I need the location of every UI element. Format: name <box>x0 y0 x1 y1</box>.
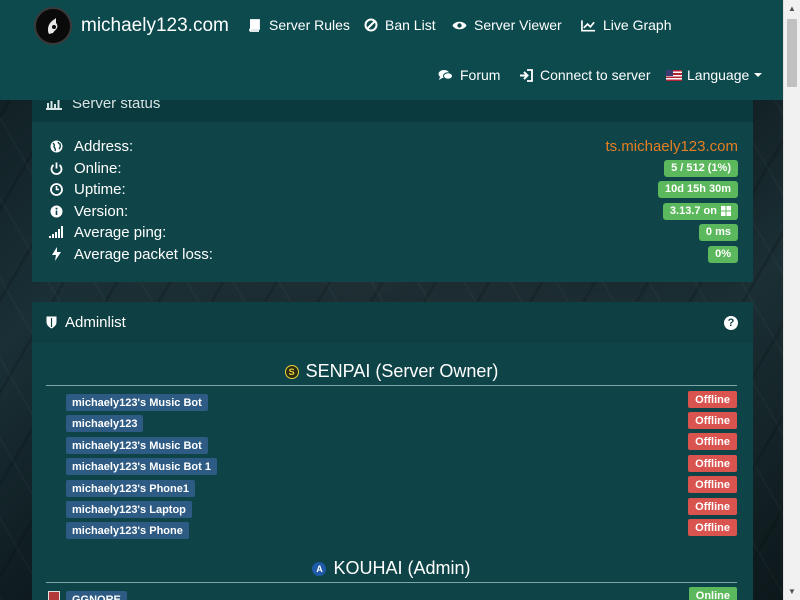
ping-badge: 0 ms <box>698 223 738 241</box>
nav-server-rules[interactable]: Server Rules <box>247 17 350 33</box>
caret-down-icon <box>754 73 763 77</box>
status-badge: Offline <box>688 476 737 493</box>
status-label: Version: <box>74 202 129 220</box>
navbar: michaely123.com Server Rules Ban List Se… <box>0 0 783 100</box>
status-label: Average ping: <box>74 223 167 241</box>
windows-icon <box>721 206 731 216</box>
line-chart-icon <box>581 18 596 32</box>
sign-in-icon <box>518 68 533 82</box>
scroll-up-arrow-icon[interactable]: ▲ <box>784 0 800 17</box>
member-name[interactable]: michaely123's Music Bot <box>66 394 208 411</box>
ggnore-icon <box>48 591 60 600</box>
group-name: KOUHAI (Admin) <box>333 558 471 578</box>
status-row-ping: Average ping: 0 ms <box>48 222 738 242</box>
logo-icon <box>34 7 72 45</box>
server-status-body: Address: ts.michaely123.com Online: 5 / … <box>32 122 753 282</box>
nav-live-graph[interactable]: Live Graph <box>581 17 671 33</box>
power-icon <box>48 162 64 175</box>
member-name[interactable]: michaely123's Laptop <box>66 501 192 518</box>
status-row-packet-loss: Average packet loss: 0% <box>48 244 738 264</box>
uptime-badge: 10d 15h 30m <box>657 180 738 198</box>
brand[interactable]: michaely123.com <box>34 7 229 45</box>
version-text: 3.13.7 on <box>669 204 717 217</box>
member-name[interactable]: michaely123's Music Bot <box>66 437 208 454</box>
scrollbar-thumb[interactable] <box>787 19 797 87</box>
nav-server-viewer[interactable]: Server Viewer <box>452 17 562 33</box>
bolt-icon <box>48 247 64 261</box>
status-row-address: Address: ts.michaely123.com <box>48 136 738 156</box>
us-flag-icon <box>666 69 682 81</box>
status-label: Average packet loss: <box>74 245 213 263</box>
adminlist-panel: Adminlist ? S SENPAI (Server Owner) mich… <box>32 302 753 600</box>
adminlist-header: Adminlist ? <box>32 302 753 343</box>
online-count-badge: 5 / 512 (1%) <box>664 159 738 177</box>
version-badge: 3.13.7 on <box>662 202 738 220</box>
globe-icon <box>48 140 64 153</box>
nav-forum[interactable]: Forum <box>438 67 500 83</box>
packet-loss-badge: 0% <box>708 245 738 263</box>
nav-language-dropdown[interactable]: Language <box>666 67 763 83</box>
nav-server-rules-label: Server Rules <box>269 17 350 33</box>
status-badge: Offline <box>688 433 737 450</box>
admin-badge-icon: A <box>312 561 327 576</box>
server-address-link[interactable]: ts.michaely123.com <box>605 138 738 155</box>
group-divider <box>46 385 737 386</box>
book-icon <box>247 18 262 32</box>
member-name[interactable]: GGNORE <box>66 591 127 600</box>
status-badge: Offline <box>688 519 737 536</box>
nav-ban-list-label: Ban List <box>385 17 436 33</box>
status-row-uptime: Uptime: 10d 15h 30m <box>48 179 738 199</box>
member-name[interactable]: michaely123's Phone <box>66 522 189 539</box>
member-name[interactable]: michaely123's Music Bot 1 <box>66 458 217 475</box>
info-icon <box>48 205 64 218</box>
adminlist-title: Adminlist <box>46 314 126 331</box>
page-scrollbar[interactable]: ▲ ▼ <box>783 0 800 600</box>
nav-connect[interactable]: Connect to server <box>518 67 651 83</box>
comments-icon <box>438 68 453 82</box>
signal-icon <box>48 226 64 238</box>
status-row-online: Online: 5 / 512 (1%) <box>48 158 738 178</box>
server-owner-badge-icon: S <box>284 364 299 379</box>
help-icon[interactable]: ? <box>724 316 738 330</box>
status-badge: Online <box>688 587 737 600</box>
status-badge: Offline <box>688 455 737 472</box>
group-name: SENPAI (Server Owner) <box>305 361 499 381</box>
status-label: Address: <box>74 137 134 155</box>
nav-forum-label: Forum <box>460 67 501 83</box>
status-label: Uptime: <box>74 180 126 198</box>
scroll-down-arrow-icon[interactable]: ▼ <box>784 583 800 600</box>
ban-icon <box>363 18 378 32</box>
nav-language-label: Language <box>687 67 750 83</box>
group-divider <box>46 582 737 583</box>
nav-connect-label: Connect to server <box>540 67 651 83</box>
server-status-panel: Server status Address: ts.michaely123.co… <box>32 95 753 282</box>
eye-icon <box>452 18 467 32</box>
status-badge: Offline <box>688 391 737 408</box>
status-badge: Offline <box>688 498 737 515</box>
member-name[interactable]: michaely123 <box>66 415 144 432</box>
member-name[interactable]: michaely123's Phone1 <box>66 480 195 497</box>
status-badge: Offline <box>688 412 737 429</box>
adminlist-title-text: Adminlist <box>65 314 126 331</box>
brand-title: michaely123.com <box>81 15 229 36</box>
status-label: Online: <box>74 159 122 177</box>
shield-icon <box>46 316 57 329</box>
nav-server-viewer-label: Server Viewer <box>474 17 562 33</box>
nav-live-graph-label: Live Graph <box>603 17 672 33</box>
nav-ban-list[interactable]: Ban List <box>363 17 436 33</box>
clock-icon <box>48 182 64 196</box>
group-title-kouhai: A KOUHAI (Admin) <box>46 558 737 579</box>
status-row-version: Version: 3.13.7 on <box>48 201 738 221</box>
group-title-senpai: S SENPAI (Server Owner) <box>46 361 737 382</box>
